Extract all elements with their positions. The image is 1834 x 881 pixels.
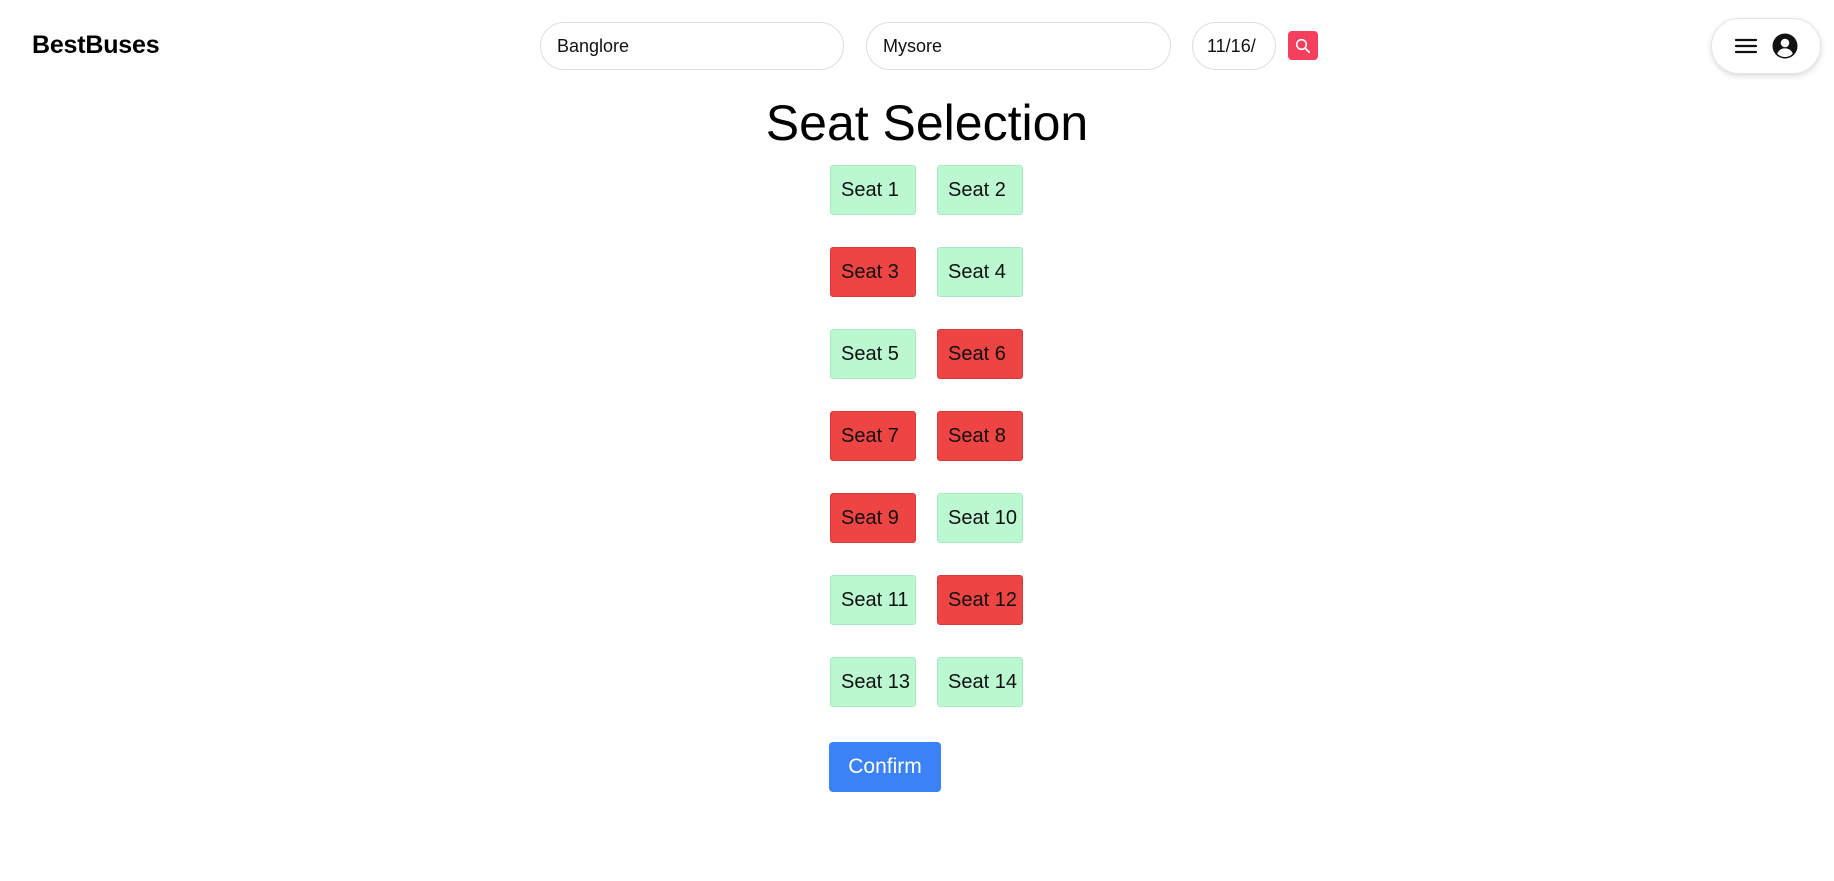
- to-city-input[interactable]: [866, 22, 1171, 70]
- seat-button[interactable]: Seat 2: [937, 165, 1023, 215]
- page-title: Seat Selection: [765, 95, 1089, 151]
- search-button[interactable]: [1288, 31, 1318, 60]
- confirm-button[interactable]: Confirm: [829, 742, 941, 792]
- travel-date-input[interactable]: [1192, 22, 1276, 70]
- seat-button[interactable]: Seat 10: [937, 493, 1023, 543]
- seat-button[interactable]: Seat 8: [937, 411, 1023, 461]
- seat-button[interactable]: Seat 3: [830, 247, 916, 297]
- seat-button[interactable]: Seat 1: [830, 165, 916, 215]
- navbar: BestBuses: [0, 0, 1834, 94]
- user-circle-icon: [1772, 33, 1798, 59]
- hamburger-menu-icon: [1734, 36, 1758, 56]
- seat-button[interactable]: Seat 6: [937, 329, 1023, 379]
- seat-button[interactable]: Seat 14: [937, 657, 1023, 707]
- user-menu-button[interactable]: [1711, 18, 1821, 74]
- seat-button[interactable]: Seat 11: [830, 575, 916, 625]
- seat-grid: Seat 1 Seat 2 Seat 3 Seat 4 Seat 5 Seat …: [830, 165, 1025, 707]
- seat-button[interactable]: Seat 9: [830, 493, 916, 543]
- seat-button[interactable]: Seat 5: [830, 329, 916, 379]
- logo[interactable]: BestBuses: [32, 31, 160, 60]
- seat-button[interactable]: Seat 7: [830, 411, 916, 461]
- search-icon: [1295, 38, 1311, 54]
- from-city-input[interactable]: [540, 22, 844, 70]
- seat-button[interactable]: Seat 4: [937, 247, 1023, 297]
- seat-button[interactable]: Seat 13: [830, 657, 916, 707]
- seat-button[interactable]: Seat 12: [937, 575, 1023, 625]
